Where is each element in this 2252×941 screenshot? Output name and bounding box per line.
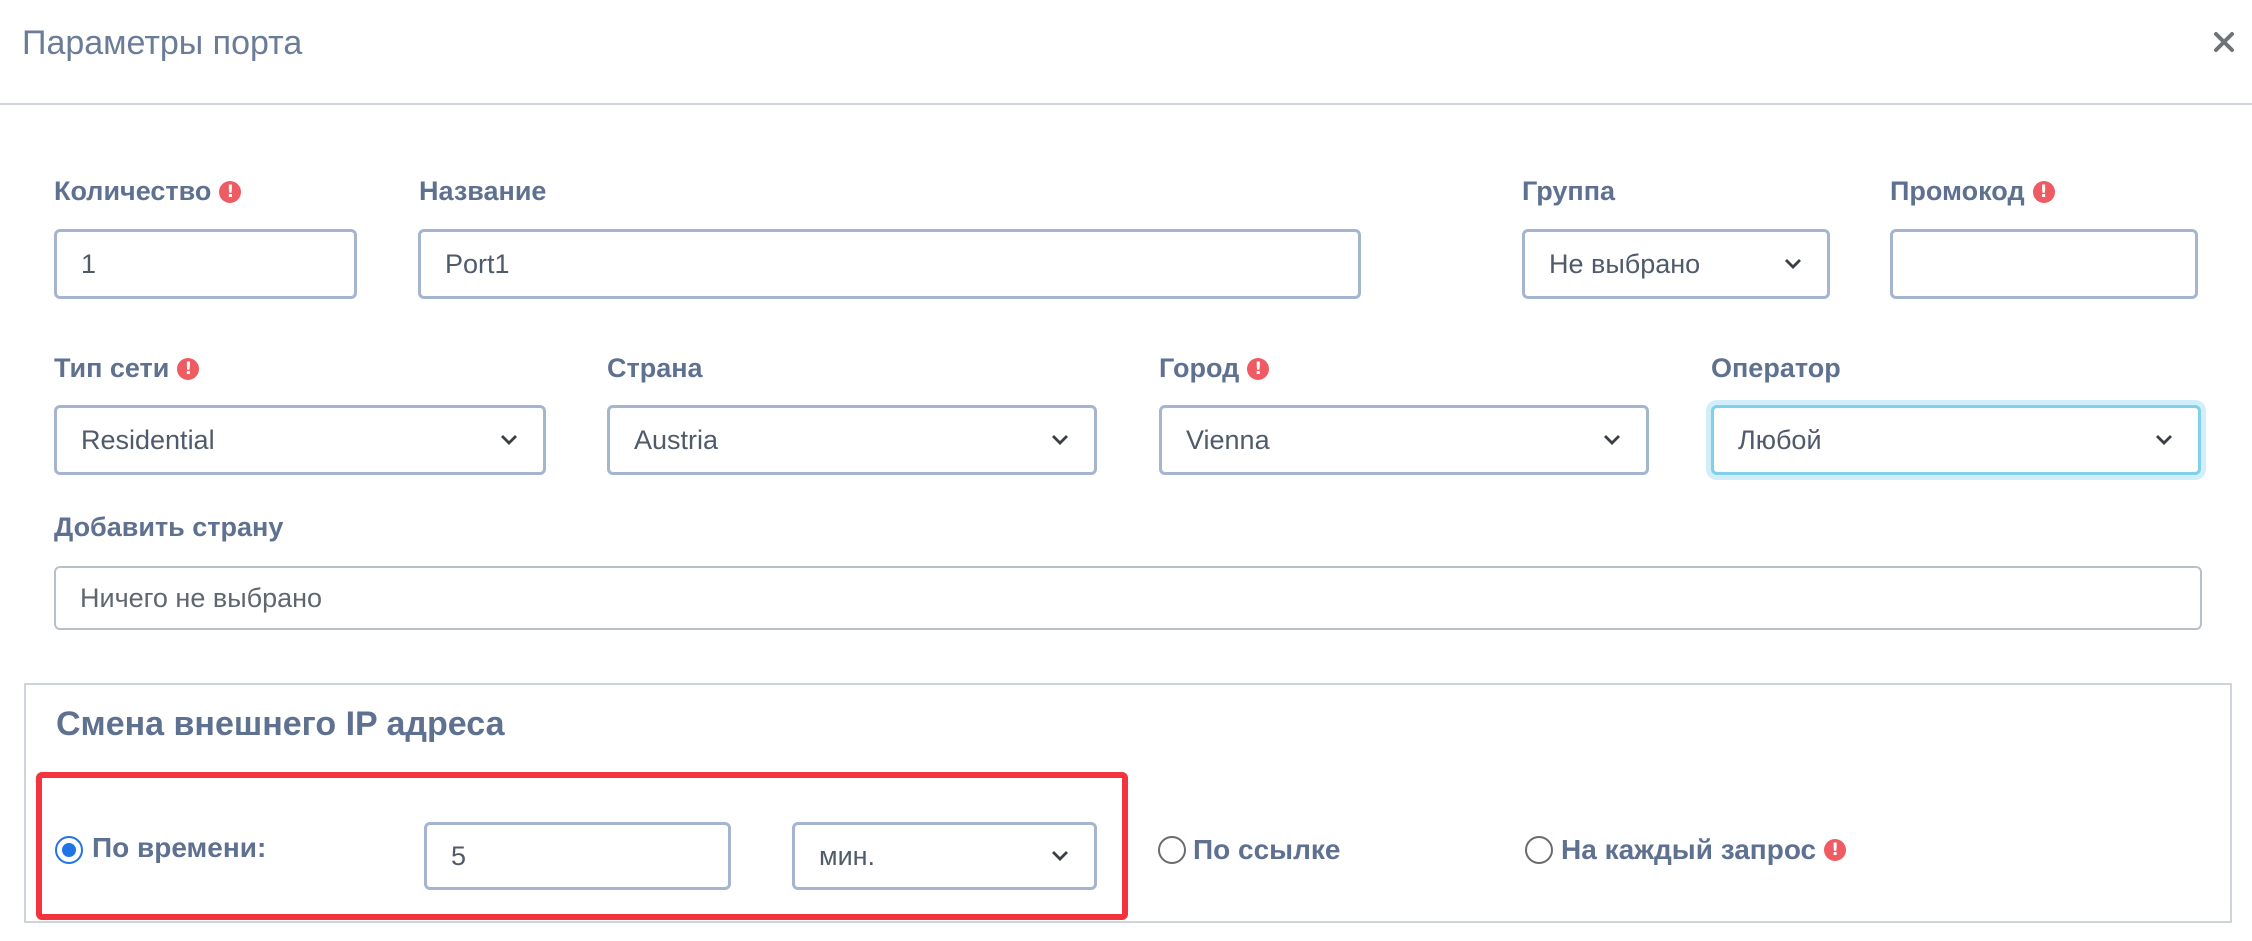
- chevron-down-icon: [1052, 435, 1068, 445]
- add-country-value: Ничего не выбрано: [80, 582, 323, 613]
- network-type-value: Residential: [81, 424, 215, 455]
- name-label: Название: [419, 176, 546, 207]
- by-link-label-text: По ссылке: [1193, 834, 1341, 865]
- country-select[interactable]: Austria: [607, 405, 1097, 475]
- city-label-text: Город: [1159, 353, 1240, 383]
- interval-unit-value: мин.: [819, 840, 876, 871]
- operator-select[interactable]: Любой: [1711, 405, 2201, 475]
- chevron-down-icon: [1052, 851, 1068, 861]
- per-request-label[interactable]: На каждый запрос !: [1561, 834, 1847, 866]
- name-input[interactable]: Port1: [418, 229, 1361, 299]
- group-value: Не выбрано: [1549, 248, 1701, 279]
- city-value: Vienna: [1186, 424, 1270, 455]
- city-select[interactable]: Vienna: [1159, 405, 1649, 475]
- network-type-select[interactable]: Residential: [54, 405, 546, 475]
- by-time-label[interactable]: По времени:: [92, 832, 266, 864]
- promo-label: Промокод !: [1890, 176, 2055, 207]
- chevron-down-icon: [1785, 259, 1801, 269]
- network-type-label-text: Тип сети: [54, 353, 170, 383]
- city-label: Город !: [1159, 353, 1270, 384]
- interval-amount-input[interactable]: 5: [424, 822, 731, 890]
- quantity-label-text: Количество: [54, 176, 212, 206]
- quantity-value: 1: [81, 248, 97, 279]
- quantity-input[interactable]: 1: [54, 229, 357, 299]
- add-country-label: Добавить страну: [54, 512, 283, 543]
- port-settings-dialog: Параметры порта Количество ! 1 Название …: [0, 0, 2252, 941]
- dialog-header: Параметры порта: [0, 0, 2252, 105]
- by-link-radio[interactable]: [1158, 836, 1186, 864]
- chevron-down-icon: [2156, 435, 2172, 445]
- exclamation-circle-icon: !: [1247, 357, 1270, 380]
- exclamation-circle-icon: !: [219, 180, 242, 203]
- operator-value: Любой: [1738, 424, 1822, 455]
- by-link-label[interactable]: По ссылке: [1193, 834, 1340, 866]
- promo-input[interactable]: [1890, 229, 2198, 299]
- operator-label: Оператор: [1711, 353, 1841, 384]
- country-label-text: Страна: [607, 353, 703, 383]
- group-label: Группа: [1522, 176, 1615, 207]
- network-type-label: Тип сети !: [54, 353, 200, 384]
- add-country-label-text: Добавить страну: [54, 512, 284, 542]
- close-icon: [2214, 32, 2234, 52]
- group-select[interactable]: Не выбрано: [1522, 229, 1830, 299]
- chevron-down-icon: [501, 435, 517, 445]
- exclamation-circle-icon: !: [2032, 180, 2055, 203]
- interval-unit-select[interactable]: мин.: [792, 822, 1097, 890]
- interval-amount-value: 5: [451, 840, 467, 871]
- country-label: Страна: [607, 353, 703, 384]
- add-country-select[interactable]: Ничего не выбрано: [54, 566, 2202, 630]
- by-time-label-text: По времени:: [92, 832, 267, 863]
- country-value: Austria: [634, 424, 719, 455]
- name-label-text: Название: [419, 176, 547, 206]
- per-request-radio[interactable]: [1525, 836, 1553, 864]
- group-label-text: Группа: [1522, 176, 1616, 206]
- chevron-down-icon: [1604, 435, 1620, 445]
- dialog-title: Параметры порта: [22, 24, 303, 62]
- operator-label-text: Оператор: [1711, 353, 1841, 383]
- exclamation-circle-icon: !: [1824, 839, 1847, 861]
- per-request-label-text: На каждый запрос: [1561, 834, 1817, 865]
- name-value: Port1: [445, 248, 510, 279]
- close-button[interactable]: [2204, 20, 2244, 64]
- exclamation-circle-icon: !: [177, 357, 200, 380]
- ip-change-title: Смена внешнего IP адреса: [56, 705, 505, 743]
- quantity-label: Количество !: [54, 176, 242, 207]
- by-time-radio[interactable]: [55, 836, 83, 864]
- promo-label-text: Промокод: [1890, 176, 2025, 206]
